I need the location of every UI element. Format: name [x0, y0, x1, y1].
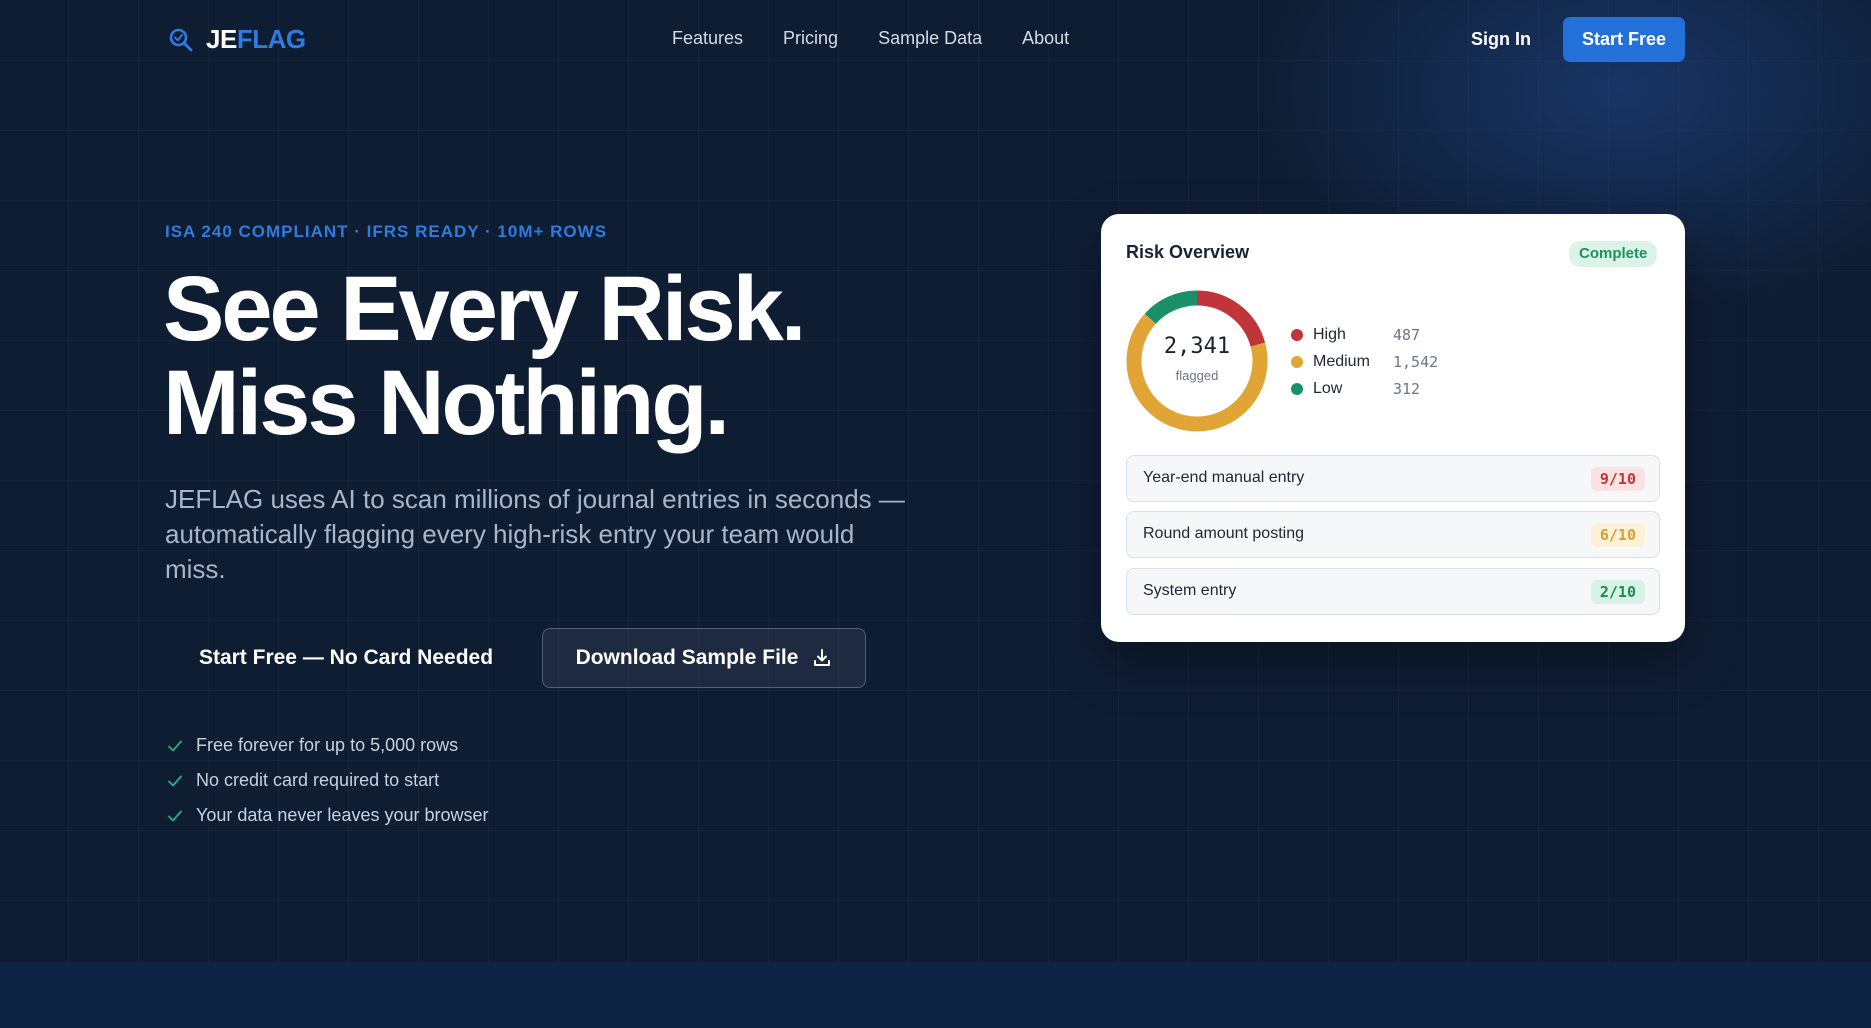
logo[interactable]: JEFLAG — [168, 24, 306, 55]
top-nav: JEFLAG Features Pricing Sample Data Abou… — [0, 0, 1871, 80]
risk-entry-row[interactable]: System entry 2/10 — [1126, 568, 1660, 615]
legend-dot — [1291, 355, 1303, 368]
entry-label: Round amount posting — [1143, 525, 1304, 542]
legend-item-medium: Medium 1,542 — [1291, 348, 1438, 375]
start-free-button[interactable]: Start Free — [1563, 17, 1685, 62]
risk-score-badge: 2/10 — [1590, 580, 1645, 604]
legend-item-low: Low 312 — [1291, 375, 1438, 402]
hero-headline: See Every Risk. Miss Nothing. — [163, 258, 806, 454]
bottom-band — [0, 962, 1871, 1028]
legend-item-high: High 487 — [1291, 321, 1438, 348]
risk-legend: High 487 Medium 1,542 Low 312 — [1291, 321, 1438, 402]
nav-link-about[interactable]: About — [1022, 28, 1069, 49]
entry-label: Year-end manual entry — [1143, 469, 1305, 486]
benefit-item: No credit card required to start — [167, 763, 489, 798]
check-icon — [168, 740, 182, 751]
nav-link-features[interactable]: Features — [672, 28, 743, 49]
card-title: Risk Overview — [1126, 242, 1250, 262]
status-badge: Complete — [1569, 241, 1658, 267]
risk-donut-chart — [1126, 290, 1268, 432]
magnifier-logo-icon — [169, 28, 193, 51]
check-icon — [168, 810, 182, 821]
benefit-item: Your data never leaves your browser — [167, 798, 489, 833]
logo-text: JEFLAG — [206, 24, 306, 54]
benefits-list: Free forever for up to 5,000 rows No cre… — [167, 728, 489, 833]
download-sample-button[interactable]: Download Sample File — [542, 628, 866, 688]
nav-links: Features Pricing Sample Data About — [672, 28, 1109, 49]
start-free-cta-button[interactable]: Start Free — No Card Needed — [168, 628, 524, 688]
legend-dot — [1291, 328, 1303, 341]
entry-label: System entry — [1143, 582, 1237, 599]
download-sample-label: Download Sample File — [575, 646, 799, 669]
check-icon — [168, 775, 182, 786]
headline-line-2: Miss Nothing. — [163, 352, 730, 454]
risk-entry-row[interactable]: Year-end manual entry 9/10 — [1126, 455, 1660, 502]
headline-line-1: See Every Risk. — [163, 258, 806, 360]
benefit-item: Free forever for up to 5,000 rows — [167, 728, 489, 763]
risk-overview-card: Risk Overview Complete 2,341 flagged Hig… — [1101, 214, 1685, 642]
flagged-total: 2,341 — [1163, 334, 1231, 359]
risk-score-badge: 9/10 — [1590, 467, 1645, 491]
hero-subtext: JEFLAG uses AI to scan millions of journ… — [165, 484, 905, 584]
nav-link-pricing[interactable]: Pricing — [783, 28, 838, 49]
flagged-label: flagged — [1175, 368, 1219, 383]
hero-eyebrow: ISA 240 COMPLIANT · IFRS READY · 10M+ RO… — [165, 222, 608, 241]
download-icon — [814, 649, 831, 666]
risk-entry-row[interactable]: Round amount posting 6/10 — [1126, 511, 1660, 558]
nav-link-sample-data[interactable]: Sample Data — [878, 28, 982, 49]
legend-dot — [1291, 382, 1303, 395]
risk-score-badge: 6/10 — [1590, 523, 1645, 547]
sign-in-link[interactable]: Sign In — [1471, 29, 1531, 50]
